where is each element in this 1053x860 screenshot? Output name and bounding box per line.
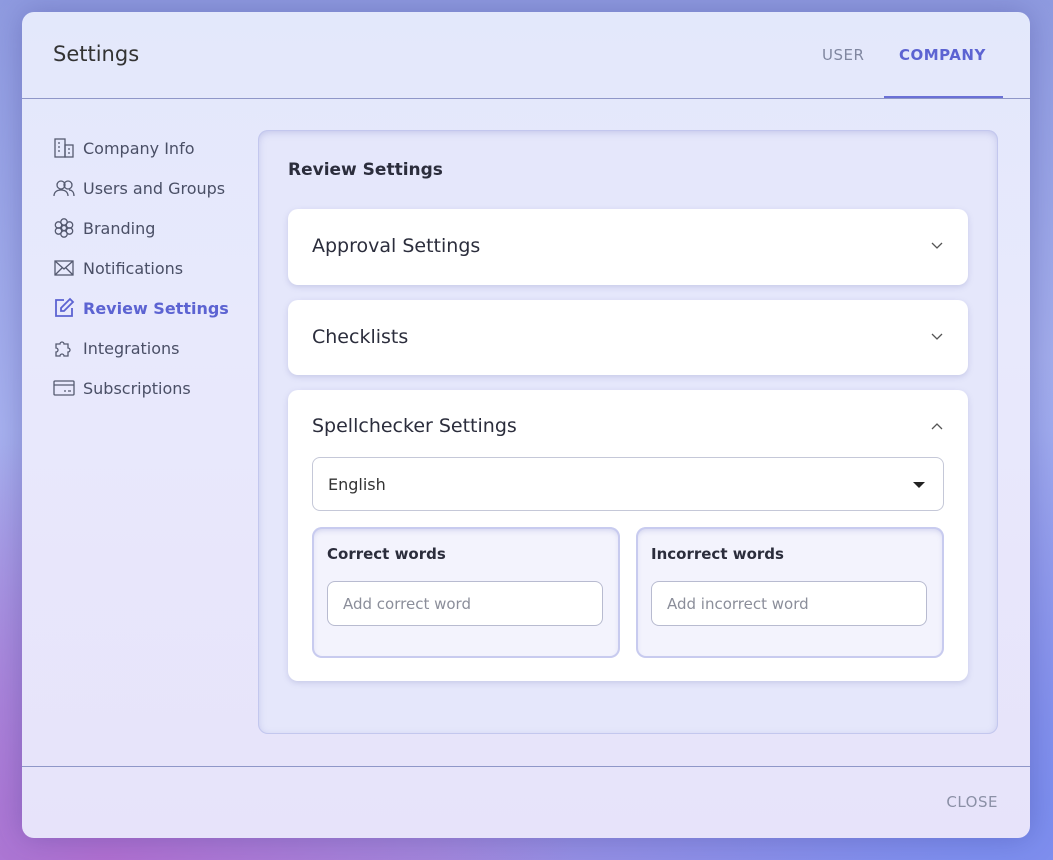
chevron-down-icon bbox=[931, 333, 943, 340]
sidebar-item-label: Subscriptions bbox=[83, 378, 191, 398]
edit-icon bbox=[53, 297, 75, 319]
settings-sidebar: Company Info Users and Groups Branding N… bbox=[53, 128, 253, 408]
tab-company[interactable]: COMPANY bbox=[899, 46, 986, 64]
sidebar-item-label: Notifications bbox=[83, 258, 184, 278]
approval-settings-header[interactable]: Approval Settings bbox=[288, 209, 968, 285]
review-settings-panel: Review Settings Approval Settings Checkl… bbox=[258, 130, 998, 734]
flower-icon bbox=[53, 217, 75, 239]
sidebar-item-label: Users and Groups bbox=[83, 178, 226, 198]
language-select-value: English bbox=[328, 475, 386, 494]
sidebar-item-label: Company Info bbox=[83, 138, 195, 158]
sidebar-item-label: Integrations bbox=[83, 338, 180, 358]
checklists-header[interactable]: Checklists bbox=[288, 300, 968, 376]
sidebar-item-company-info[interactable]: Company Info bbox=[53, 128, 253, 168]
incorrect-word-input[interactable] bbox=[651, 581, 927, 626]
checklists-card: Checklists bbox=[288, 300, 968, 375]
active-tab-indicator bbox=[884, 96, 1003, 98]
chevron-up-icon bbox=[931, 423, 943, 430]
approval-settings-card: Approval Settings bbox=[288, 209, 968, 285]
sidebar-item-subscriptions[interactable]: Subscriptions bbox=[53, 368, 253, 408]
sidebar-item-integrations[interactable]: Integrations bbox=[53, 328, 253, 368]
sidebar-item-users-and-groups[interactable]: Users and Groups bbox=[53, 168, 253, 208]
dialog-footer: CLOSE bbox=[22, 766, 1030, 838]
sidebar-item-review-settings[interactable]: Review Settings bbox=[53, 288, 253, 328]
correct-word-input[interactable] bbox=[327, 581, 603, 626]
puzzle-icon bbox=[53, 337, 75, 359]
tab-user[interactable]: USER bbox=[822, 46, 864, 64]
chevron-down-icon bbox=[931, 242, 943, 249]
settings-dialog: Settings USER COMPANY Company Info Users… bbox=[22, 12, 1030, 838]
spellchecker-settings-header[interactable]: Spellchecker Settings bbox=[288, 390, 968, 466]
dialog-header: Settings USER COMPANY bbox=[22, 12, 1030, 99]
sidebar-item-notifications[interactable]: Notifications bbox=[53, 248, 253, 288]
sidebar-item-label: Review Settings bbox=[83, 298, 229, 318]
sidebar-item-label: Branding bbox=[83, 218, 156, 238]
building-icon bbox=[53, 137, 75, 159]
language-select[interactable]: English bbox=[312, 457, 944, 511]
section-title: Checklists bbox=[312, 326, 409, 348]
correct-words-title: Correct words bbox=[327, 545, 446, 563]
section-title: Spellchecker Settings bbox=[312, 415, 517, 437]
section-title: Approval Settings bbox=[312, 235, 481, 257]
envelope-icon bbox=[53, 257, 75, 279]
caret-down-icon bbox=[913, 482, 925, 488]
users-icon bbox=[53, 177, 75, 199]
incorrect-words-title: Incorrect words bbox=[651, 545, 784, 563]
dialog-title: Settings bbox=[53, 42, 140, 66]
correct-words-box: Correct words bbox=[312, 527, 620, 658]
incorrect-words-box: Incorrect words bbox=[636, 527, 944, 658]
card-icon bbox=[53, 377, 75, 399]
sidebar-item-branding[interactable]: Branding bbox=[53, 208, 253, 248]
close-button[interactable]: CLOSE bbox=[946, 793, 998, 811]
spellchecker-settings-card: Spellchecker Settings English Correct wo… bbox=[288, 390, 968, 681]
panel-title: Review Settings bbox=[288, 160, 443, 180]
